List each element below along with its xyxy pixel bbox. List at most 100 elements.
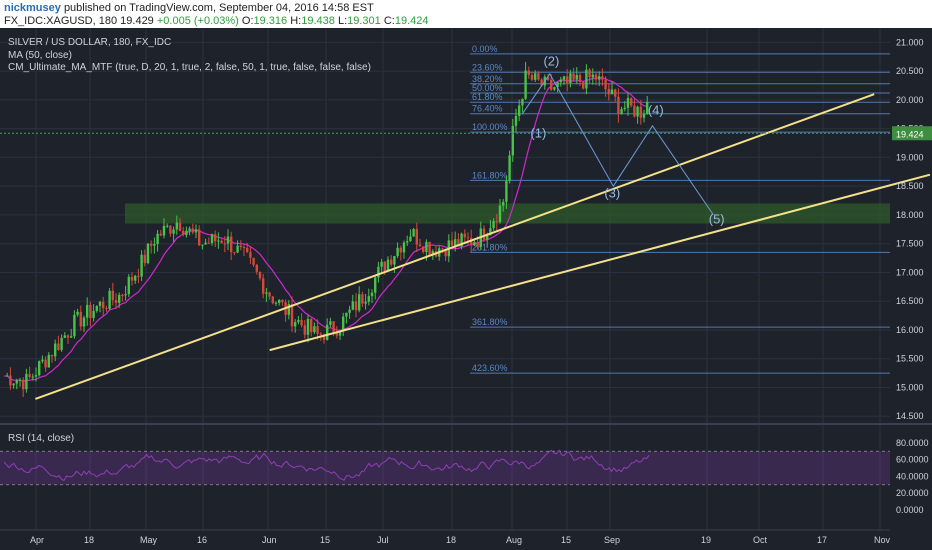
x-tick-label: 18	[446, 535, 456, 545]
candle-body	[380, 261, 383, 267]
close-value: 19.424	[394, 15, 429, 27]
legend-cm: CM_Ultimate_MA_MTF (true, D, 20, 1, true…	[8, 62, 371, 73]
y-tick-label: 16.500	[896, 296, 924, 306]
candle-body	[466, 237, 470, 239]
candle-body	[450, 240, 454, 246]
fib-label: 161.80%	[472, 170, 508, 180]
candle-body	[89, 304, 92, 318]
candle-body	[207, 242, 210, 244]
candle-body	[559, 79, 562, 83]
price-chart[interactable]: 0.00%23.60%38.20%50.00%61.80%76.40%100.0…	[0, 28, 932, 550]
candle-body	[326, 324, 329, 340]
candle-body	[73, 314, 76, 337]
candle-body	[534, 73, 537, 80]
x-tick-label: 15	[561, 535, 571, 545]
candle-body	[182, 230, 185, 235]
candle-body	[505, 180, 508, 202]
candle-body	[354, 301, 358, 311]
candle-body	[34, 375, 38, 377]
x-tick-label: Apr	[30, 535, 44, 545]
high-label: H:	[290, 15, 302, 27]
candle-body	[473, 242, 476, 245]
candle-body	[249, 251, 252, 258]
candle-body	[594, 74, 598, 80]
candle-body	[153, 244, 156, 246]
candle-body	[623, 107, 626, 109]
fib-label: 23.60%	[472, 62, 503, 72]
candle-body	[201, 244, 204, 246]
candle-body	[524, 70, 527, 99]
candle-body	[572, 73, 575, 80]
candle-body	[169, 225, 172, 234]
candle-body	[9, 375, 12, 386]
y-tick-label: 17.500	[896, 239, 924, 249]
candle-body	[130, 276, 134, 281]
y-tick-label: 16.000	[896, 325, 924, 335]
high-value: 19.438	[301, 15, 335, 27]
candle-body	[332, 321, 335, 333]
open-value: 19.316	[253, 15, 288, 27]
candle-body	[610, 89, 614, 95]
support-zone-rect	[125, 203, 890, 224]
candle-body	[425, 241, 428, 253]
candle-body	[194, 229, 198, 233]
author-link[interactable]: nickmusey	[4, 2, 61, 14]
candle-body	[482, 228, 486, 240]
candle-body	[210, 234, 214, 244]
legend-rsi: RSI (14, close)	[8, 433, 74, 444]
candle-body	[562, 76, 566, 80]
candle-body	[422, 246, 425, 253]
x-tick-label: Nov	[874, 535, 891, 545]
y-tick-label: 18.000	[896, 210, 924, 220]
rsi-tick-label: 0.0000	[896, 505, 924, 515]
candle-body	[614, 89, 617, 97]
candle-body	[406, 241, 409, 243]
candle-body	[630, 98, 633, 106]
candle-body	[242, 246, 246, 248]
candle-body	[6, 375, 9, 377]
candle-body	[271, 296, 274, 304]
x-tick-label: Jul	[377, 535, 389, 545]
candle-body	[258, 271, 262, 279]
candle-body	[502, 201, 505, 206]
candle-body	[25, 373, 28, 390]
candle-body	[521, 98, 524, 106]
candle-body	[588, 69, 591, 78]
candle-body	[15, 380, 18, 384]
candle-body	[537, 73, 540, 80]
candle-body	[306, 319, 310, 335]
wave-label: (5)	[709, 212, 725, 227]
y-tick-label: 18.500	[896, 181, 924, 191]
candle-body	[518, 105, 521, 116]
candle-body	[178, 222, 182, 231]
x-tick-label: Jun	[262, 535, 277, 545]
candle-body	[281, 300, 284, 303]
fib-label: 423.60%	[472, 363, 508, 373]
candle-body	[399, 247, 402, 253]
candle-body	[159, 233, 162, 236]
candle-body	[98, 301, 102, 306]
candle-body	[95, 305, 98, 311]
candle-body	[463, 233, 466, 238]
candle-body	[441, 248, 444, 250]
candle-body	[92, 310, 95, 318]
candle-body	[118, 294, 121, 303]
candle-body	[137, 275, 140, 277]
candle-body	[617, 96, 620, 115]
candle-body	[172, 229, 175, 234]
candle-body	[127, 276, 130, 295]
candle-body	[601, 76, 604, 80]
candle-body	[47, 354, 50, 368]
chart-header: nickmusey published on TradingView.com, …	[0, 0, 932, 28]
price-change: +0.005 (+0.03%)	[156, 15, 239, 27]
price-badge-label: 19.424	[896, 129, 924, 139]
candle-body	[383, 261, 386, 272]
candle-body	[342, 316, 345, 332]
last-price: 19.429	[120, 15, 154, 27]
candle-body	[60, 337, 63, 350]
candle-body	[527, 70, 530, 76]
candle-body	[28, 373, 31, 377]
candle-body	[297, 320, 300, 323]
candle-body	[492, 221, 495, 229]
candle-body	[140, 254, 143, 277]
